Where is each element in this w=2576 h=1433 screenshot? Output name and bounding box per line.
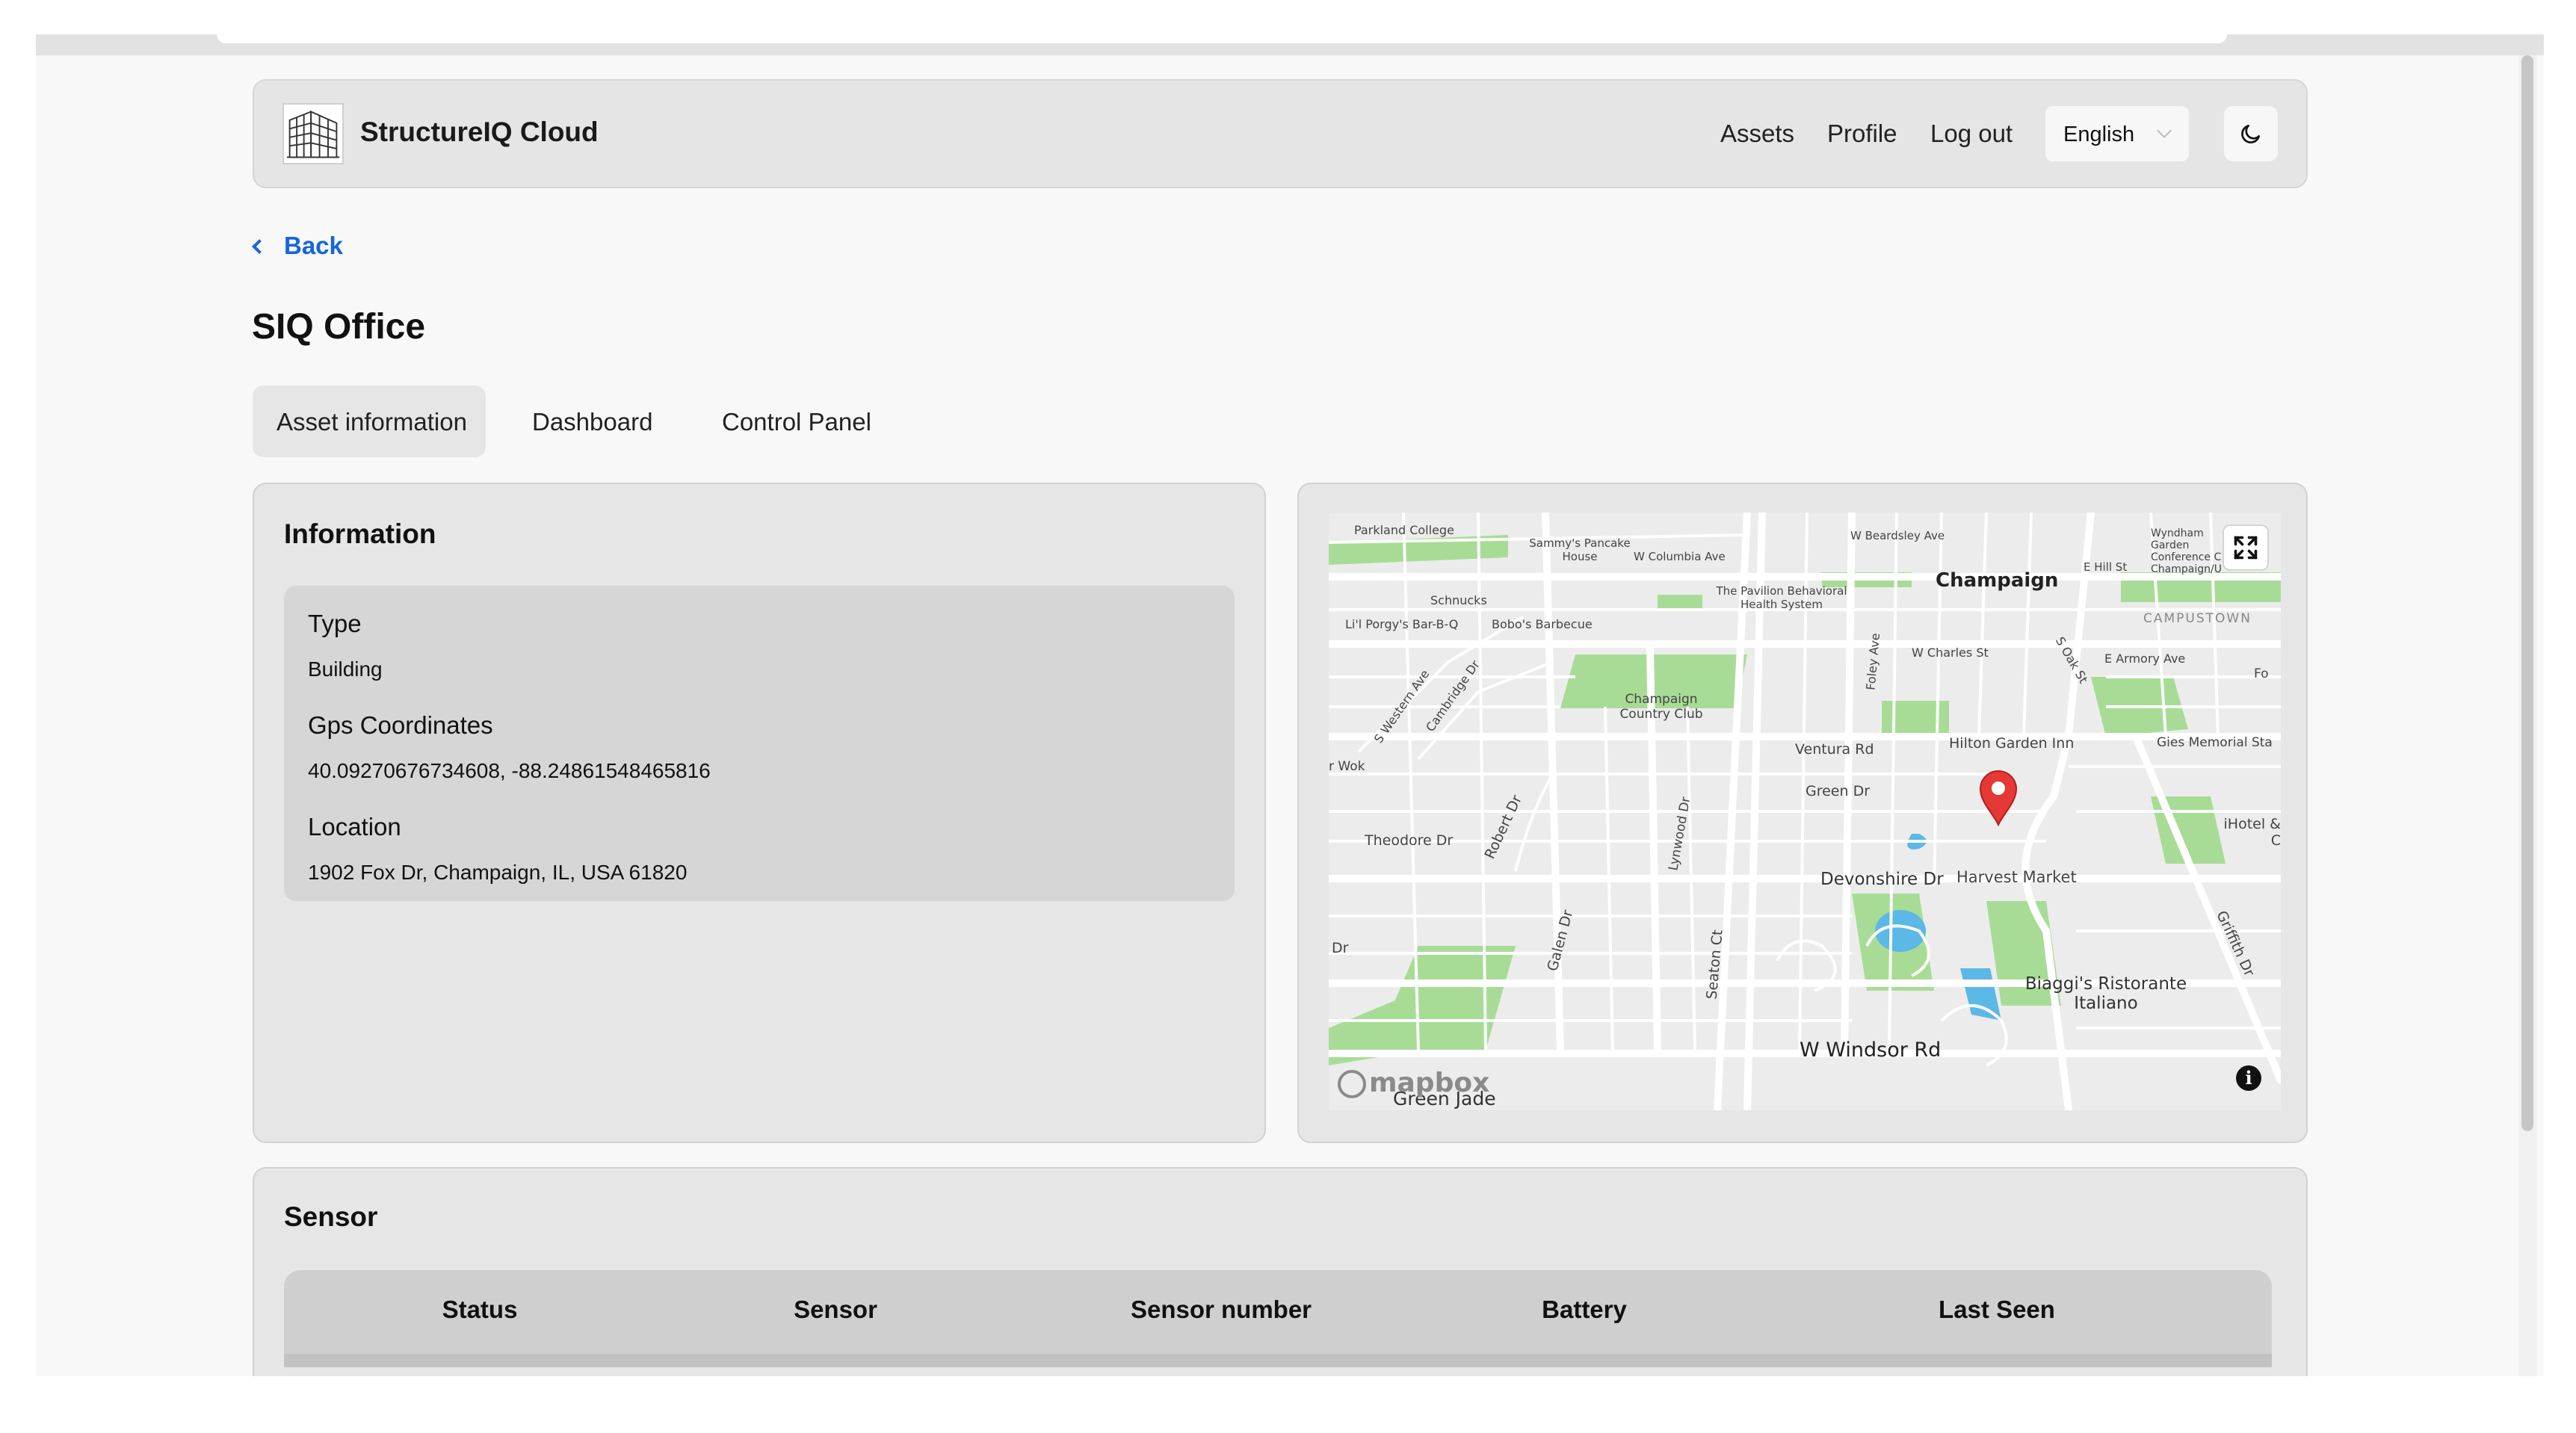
mapbox-attribution[interactable]: mapbox — [1338, 1068, 1489, 1098]
map-label: Theodore Dr — [1365, 832, 1454, 849]
nav-assets[interactable]: Assets — [1720, 120, 1794, 148]
language-select-value: English — [2063, 123, 2135, 146]
browser-address-bar-edge — [217, 34, 2227, 43]
chevron-left-icon — [252, 239, 267, 254]
map-label: Fo — [2254, 666, 2269, 681]
sensor-table: Status Sensor Sensor number Battery Last… — [284, 1270, 2272, 1367]
back-link[interactable]: Back — [252, 232, 343, 260]
mapbox-label: mapbox — [1369, 1068, 1490, 1098]
map-label: iHotel & C — [2223, 816, 2281, 849]
nav-logout[interactable]: Log out — [1930, 120, 2013, 148]
column-header-status[interactable]: Status — [442, 1296, 518, 1324]
gps-value: 40.09270676734608, -88.24861548465816 — [308, 759, 711, 782]
map-label: W Windsor Rd — [1800, 1039, 1942, 1062]
map-label: The Pavilion Behavioral Health System — [1716, 584, 1847, 611]
map-label: CAMPUSTOWN — [2143, 611, 2252, 626]
map-label: Bobo's Barbecue — [1492, 617, 1593, 631]
tab-asset-information[interactable]: Asset information — [253, 386, 486, 457]
tab-dashboard[interactable]: Dashboard — [508, 386, 688, 457]
table-row[interactable] — [284, 1354, 2272, 1367]
fullscreen-button[interactable] — [2224, 526, 2267, 569]
type-label: Type — [308, 610, 362, 637]
tab-control-panel[interactable]: Control Panel — [698, 386, 907, 457]
map-label: Li'l Porgy's Bar-B-Q — [1345, 617, 1459, 631]
info-icon[interactable]: i — [2236, 1065, 2261, 1091]
navbar: StructureIQ Cloud Assets Profile Log out… — [253, 79, 2308, 188]
information-card: Information Type Building Gps Coordinate… — [253, 483, 1266, 1143]
sensor-title: Sensor — [284, 1201, 378, 1232]
page-bottom-margin — [0, 1376, 2576, 1433]
map-label-city: Champaign — [1936, 569, 2059, 592]
page-title: SIQ Office — [252, 307, 426, 347]
map-label: Dr — [1332, 940, 1349, 956]
fullscreen-icon — [2234, 536, 2258, 560]
map-label: W Columbia Ave — [1634, 550, 1726, 563]
map[interactable]: Parkland College Sammy's Pancake House W… — [1329, 513, 2281, 1110]
brand-logo[interactable] — [282, 103, 344, 164]
map-label: E Armory Ave — [2104, 651, 2186, 666]
map-label: Champaign Country Club — [1619, 692, 1703, 722]
mapbox-logo-icon — [1338, 1070, 1366, 1098]
information-title: Information — [284, 519, 436, 549]
chevron-down-icon — [2157, 123, 2172, 138]
column-header-last-seen[interactable]: Last Seen — [1939, 1296, 2055, 1324]
column-header-sensor[interactable]: Sensor — [794, 1296, 877, 1324]
map-label: Parkland College — [1354, 523, 1454, 537]
map-label: W Charles St — [1912, 646, 1989, 660]
map-label: Hilton Garden Inn — [1949, 735, 2075, 752]
map-card: Parkland College Sammy's Pancake House W… — [1297, 483, 2308, 1143]
location-pin-icon[interactable] — [1977, 770, 2019, 826]
nav-profile[interactable]: Profile — [1827, 120, 1897, 148]
map-label: Ventura Rd — [1795, 741, 1874, 758]
location-label: Location — [308, 813, 401, 841]
type-value: Building — [308, 657, 383, 681]
map-label: Devonshire Dr — [1820, 870, 1944, 889]
map-label: Biaggi's Ristorante Italiano — [2024, 974, 2187, 1013]
language-select[interactable]: English — [2045, 106, 2189, 161]
map-label: Harvest Market — [1956, 868, 2077, 886]
map-label: Schnucks — [1430, 593, 1487, 607]
map-label: r Wok — [1329, 759, 1365, 774]
column-header-sensor-number[interactable]: Sensor number — [1131, 1296, 1312, 1324]
information-details: Type Building Gps Coordinates 40.0927067… — [284, 586, 1235, 901]
brand-name[interactable]: StructureIQ Cloud — [360, 117, 599, 148]
moon-icon — [2241, 125, 2260, 143]
map-label: E Hill St — [2084, 560, 2128, 574]
location-value: 1902 Fox Dr, Champaign, IL, USA 61820 — [308, 861, 688, 884]
theme-toggle-button[interactable] — [2224, 106, 2278, 161]
map-label: Sammy's Pancake House — [1529, 536, 1631, 563]
back-label: Back — [284, 232, 343, 259]
gps-label: Gps Coordinates — [308, 711, 493, 739]
map-label: W Beardsley Ave — [1850, 529, 1945, 542]
map-label: Gies Memorial Sta — [2157, 735, 2273, 750]
column-header-battery[interactable]: Battery — [1542, 1296, 1627, 1324]
map-label: Green Dr — [1806, 783, 1871, 799]
scrollbar-thumb[interactable] — [2521, 55, 2533, 1131]
